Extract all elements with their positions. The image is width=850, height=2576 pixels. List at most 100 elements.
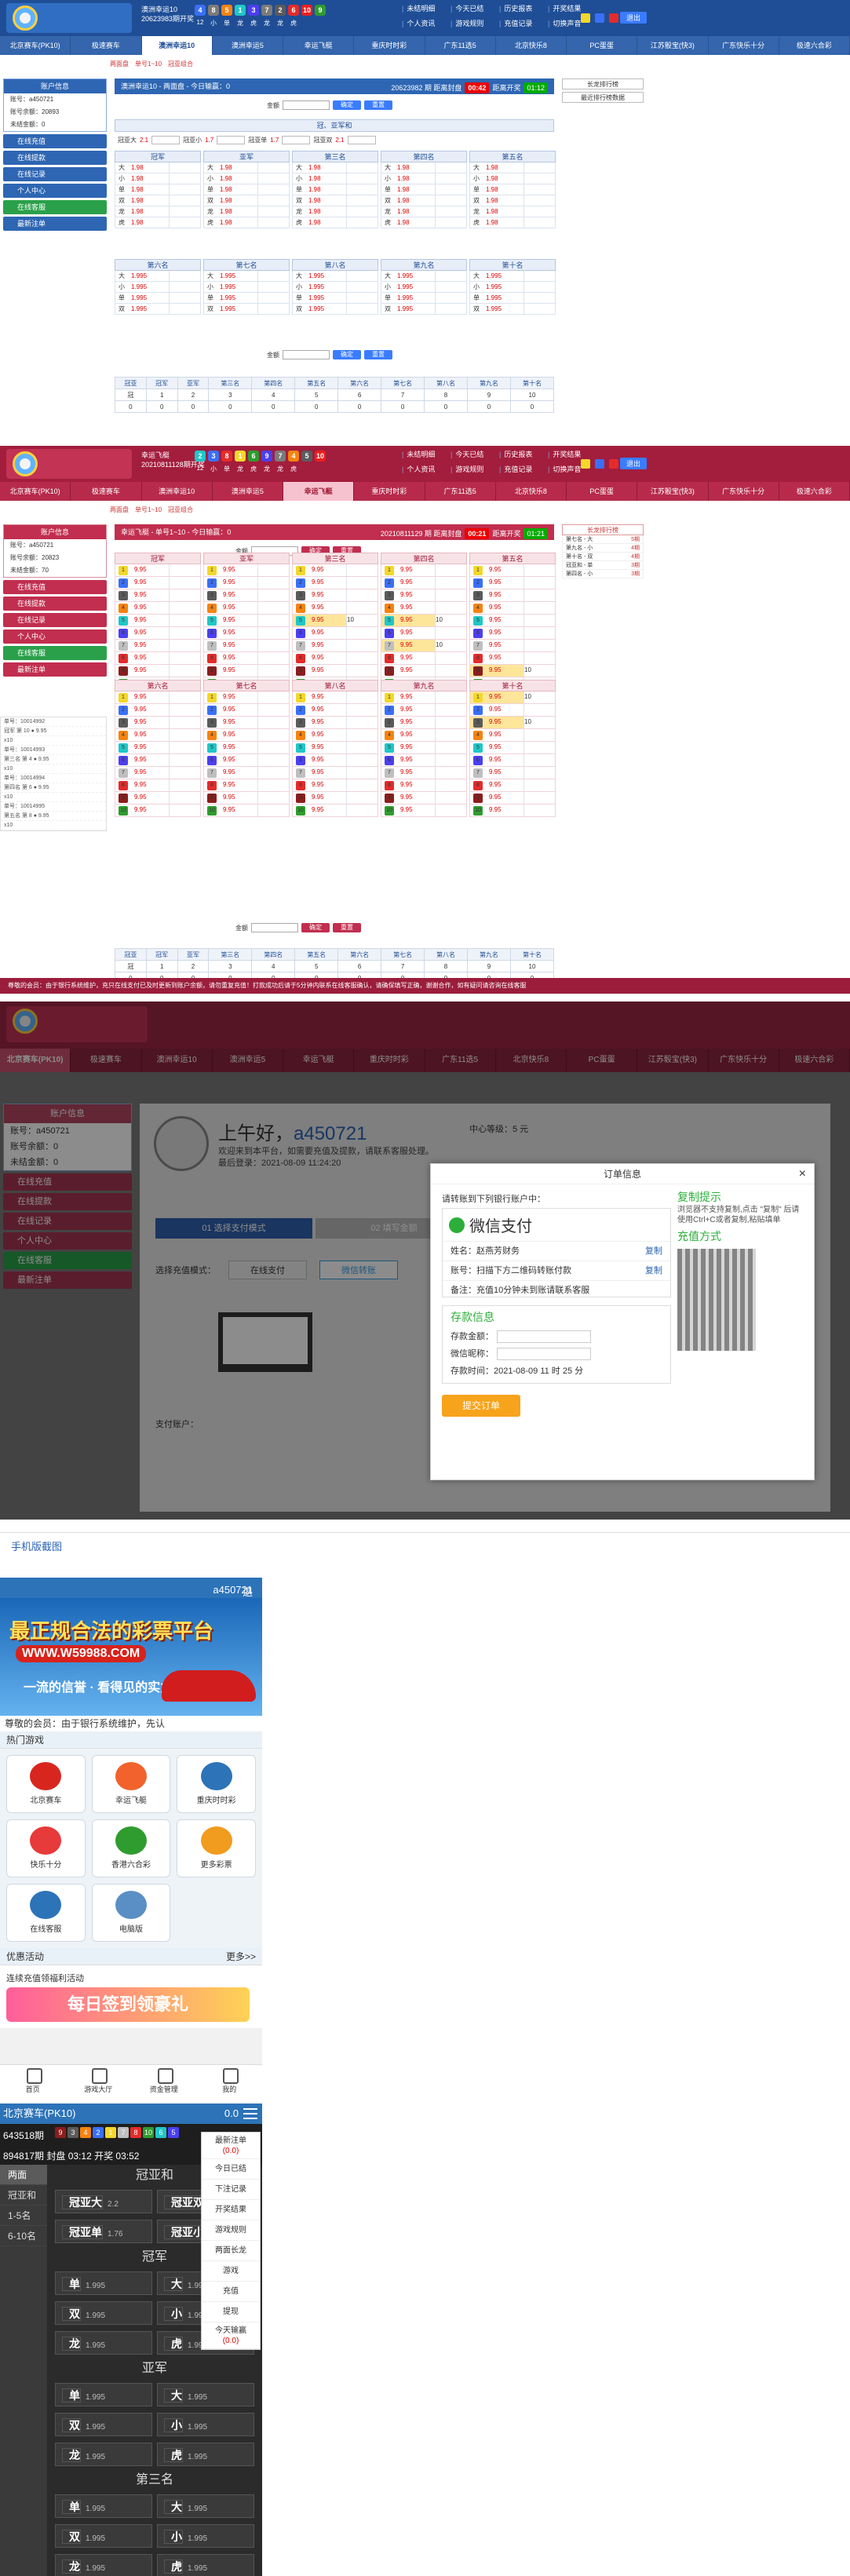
top-link[interactable]: 今天已结 [451, 449, 499, 459]
number-row[interactable]: 7 9.95 [381, 767, 467, 779]
number-row[interactable]: 3 9.95 [115, 589, 201, 602]
bet-input[interactable] [346, 691, 378, 703]
bet-input[interactable] [346, 304, 378, 314]
odds-cell[interactable]: 单 1.995 [55, 2494, 152, 2518]
odds-row[interactable]: 单 1.98 [115, 184, 201, 195]
number-row[interactable]: 9 9.95 [203, 792, 290, 805]
number-row[interactable]: 8 9.95 [381, 652, 467, 665]
close-icon[interactable]: × [799, 1164, 806, 1184]
bet-input[interactable] [346, 779, 378, 791]
bet-input[interactable] [523, 729, 555, 741]
odds-row[interactable]: 小 1.995 [469, 282, 556, 293]
number-row[interactable]: 6 9.95 [203, 627, 290, 640]
nav-tab[interactable]: 广东快乐十分 [709, 482, 779, 501]
bet-input[interactable] [435, 602, 466, 614]
top-link[interactable]: 未结明细 [402, 3, 451, 13]
odds-row[interactable]: 小 1.98 [381, 173, 467, 184]
bet-input[interactable] [435, 717, 466, 728]
nav-tab[interactable]: PC蛋蛋 [567, 482, 638, 501]
number-row[interactable]: 9 9.95 10 [469, 665, 556, 677]
number-row[interactable]: 1 9.95 10 [469, 691, 556, 704]
bet-input[interactable] [169, 217, 200, 228]
logout-button[interactable]: 退出 [620, 458, 648, 469]
bet-input[interactable] [257, 293, 289, 303]
bet-input[interactable] [435, 742, 466, 753]
confirm-button[interactable]: 确定 [333, 100, 361, 110]
bet-input[interactable] [257, 173, 289, 184]
bet-input[interactable] [346, 589, 378, 601]
bet-input[interactable] [523, 206, 555, 217]
bet-input[interactable] [435, 729, 466, 741]
side-button[interactable]: 在线客服 [3, 646, 107, 660]
bet-input[interactable] [169, 195, 200, 206]
odds-cell[interactable]: 单 1.995 [55, 2383, 152, 2406]
bet-input[interactable] [169, 184, 200, 195]
number-row[interactable]: 6 9.95 [292, 627, 378, 640]
odds-row[interactable]: 双 1.98 [381, 195, 467, 206]
bet-input[interactable] [169, 271, 200, 281]
number-row[interactable]: 5 9.95 [203, 742, 290, 754]
number-row[interactable]: 8 9.95 [381, 779, 467, 792]
bet-input[interactable]: 10 [346, 615, 378, 626]
nav-tab[interactable]: 北京快乐8 [496, 36, 567, 55]
number-row[interactable]: 5 9.95 10 [381, 615, 467, 627]
reset-button[interactable]: 重置 [333, 923, 361, 932]
tool-icon[interactable] [581, 459, 590, 469]
odds-row[interactable]: 双 1.98 [203, 195, 290, 206]
nav-tab[interactable]: 澳洲幸运10 [141, 36, 213, 55]
bet-input[interactable] [346, 729, 378, 741]
bet-input[interactable] [435, 206, 466, 217]
bet-input[interactable] [169, 729, 200, 741]
odds-row[interactable]: 龙 1.98 [115, 206, 201, 217]
number-row[interactable]: 4 9.95 [115, 602, 201, 615]
odds-row[interactable]: 虎 1.98 [381, 217, 467, 228]
bet-input[interactable] [346, 195, 378, 206]
top-link[interactable]: 游戏规则 [451, 464, 499, 474]
number-row[interactable]: 7 9.95 [292, 640, 378, 652]
game-tile[interactable]: 北京赛车 [6, 1755, 86, 1813]
top-link[interactable]: 个人资讯 [402, 464, 451, 474]
bet-input[interactable] [346, 293, 378, 303]
top-link[interactable]: 历史报表 [499, 3, 548, 13]
number-row[interactable]: 5 9.95 [292, 742, 378, 754]
bet-input[interactable] [346, 805, 378, 816]
odds-row[interactable]: 单 1.98 [203, 184, 290, 195]
menu-item[interactable]: 今天输赢 (0.0) [202, 2322, 260, 2349]
number-row[interactable]: 7 9.95 [469, 640, 556, 652]
top-link[interactable]: 个人资讯 [402, 18, 451, 28]
bet-input[interactable] [257, 652, 289, 664]
amount-input[interactable] [283, 350, 330, 359]
bet-input[interactable] [169, 293, 200, 303]
number-row[interactable]: 6 9.95 [115, 754, 201, 767]
bet-input[interactable] [169, 704, 200, 716]
number-row[interactable]: 8 9.95 [292, 779, 378, 792]
odds-row[interactable]: 双 1.995 [203, 304, 290, 315]
odds-row[interactable]: 大 1.98 [203, 162, 290, 173]
bet-input[interactable] [169, 162, 200, 173]
number-row[interactable]: 109.95 [292, 805, 378, 817]
bet-input[interactable] [435, 805, 466, 816]
number-row[interactable]: 1 9.95 [292, 691, 378, 704]
odds-cell[interactable]: 冠亚大 2.2 [55, 2190, 152, 2213]
bet-input[interactable] [346, 704, 378, 716]
menu-item[interactable]: 提现 [202, 2302, 260, 2322]
number-row[interactable]: 109.95 [203, 805, 290, 817]
number-row[interactable]: 8 9.95 [115, 779, 201, 792]
bet-input[interactable] [346, 665, 378, 677]
bet-input[interactable] [257, 184, 289, 195]
odds-row[interactable]: 单 1.995 [381, 293, 467, 304]
number-row[interactable]: 4 9.95 [115, 729, 201, 742]
number-row[interactable]: 7 9.95 [203, 767, 290, 779]
bet-input[interactable] [169, 754, 200, 766]
bet-input[interactable]: 10 [523, 691, 555, 703]
tab-item[interactable]: 首页 [0, 2065, 66, 2096]
bet-input[interactable] [435, 217, 466, 228]
number-row[interactable]: 6 9.95 [469, 754, 556, 767]
bet-input[interactable] [523, 173, 555, 184]
number-row[interactable]: 7 9.95 [115, 767, 201, 779]
bet-input[interactable] [257, 577, 289, 589]
bet-input[interactable] [257, 195, 289, 206]
odds-row[interactable]: 双 1.98 [292, 195, 378, 206]
number-row[interactable]: 7 9.95 [203, 640, 290, 652]
number-row[interactable]: 5 9.95 [381, 742, 467, 754]
